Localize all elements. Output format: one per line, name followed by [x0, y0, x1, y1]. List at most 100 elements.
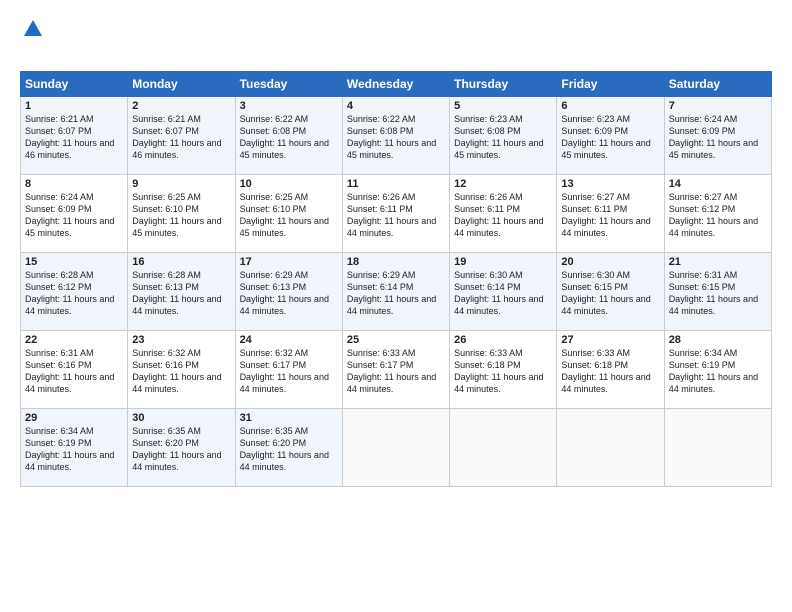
- calendar-cell: 23 Sunrise: 6:32 AMSunset: 6:16 PMDaylig…: [128, 331, 235, 409]
- day-number: 13: [561, 178, 659, 190]
- calendar-week-row: 15 Sunrise: 6:28 AMSunset: 6:12 PMDaylig…: [21, 253, 772, 331]
- day-number: 20: [561, 256, 659, 268]
- calendar-day-header: Wednesday: [342, 72, 449, 97]
- logo-text: [20, 18, 44, 40]
- day-info: Sunrise: 6:22 AMSunset: 6:08 PMDaylight:…: [347, 114, 436, 160]
- calendar-cell: 25 Sunrise: 6:33 AMSunset: 6:17 PMDaylig…: [342, 331, 449, 409]
- day-number: 21: [669, 256, 767, 268]
- day-number: 27: [561, 334, 659, 346]
- day-info: Sunrise: 6:32 AMSunset: 6:17 PMDaylight:…: [240, 348, 329, 394]
- calendar-cell: 26 Sunrise: 6:33 AMSunset: 6:18 PMDaylig…: [450, 331, 557, 409]
- day-info: Sunrise: 6:35 AMSunset: 6:20 PMDaylight:…: [132, 426, 221, 472]
- day-info: Sunrise: 6:33 AMSunset: 6:18 PMDaylight:…: [454, 348, 543, 394]
- day-number: 6: [561, 100, 659, 112]
- calendar-cell: 15 Sunrise: 6:28 AMSunset: 6:12 PMDaylig…: [21, 253, 128, 331]
- day-info: Sunrise: 6:33 AMSunset: 6:18 PMDaylight:…: [561, 348, 650, 394]
- day-number: 25: [347, 334, 445, 346]
- day-info: Sunrise: 6:23 AMSunset: 6:09 PMDaylight:…: [561, 114, 650, 160]
- header: [20, 18, 772, 61]
- calendar-cell: 18 Sunrise: 6:29 AMSunset: 6:14 PMDaylig…: [342, 253, 449, 331]
- calendar-cell: 9 Sunrise: 6:25 AMSunset: 6:10 PMDayligh…: [128, 175, 235, 253]
- day-info: Sunrise: 6:31 AMSunset: 6:15 PMDaylight:…: [669, 270, 758, 316]
- day-number: 3: [240, 100, 338, 112]
- calendar-day-header: Monday: [128, 72, 235, 97]
- day-info: Sunrise: 6:26 AMSunset: 6:11 PMDaylight:…: [454, 192, 543, 238]
- calendar-cell: 28 Sunrise: 6:34 AMSunset: 6:19 PMDaylig…: [664, 331, 771, 409]
- calendar-cell: 3 Sunrise: 6:22 AMSunset: 6:08 PMDayligh…: [235, 97, 342, 175]
- day-number: 18: [347, 256, 445, 268]
- calendar-cell: 20 Sunrise: 6:30 AMSunset: 6:15 PMDaylig…: [557, 253, 664, 331]
- day-number: 15: [25, 256, 123, 268]
- day-number: 23: [132, 334, 230, 346]
- day-number: 9: [132, 178, 230, 190]
- day-info: Sunrise: 6:30 AMSunset: 6:14 PMDaylight:…: [454, 270, 543, 316]
- day-info: Sunrise: 6:29 AMSunset: 6:13 PMDaylight:…: [240, 270, 329, 316]
- calendar-cell: 27 Sunrise: 6:33 AMSunset: 6:18 PMDaylig…: [557, 331, 664, 409]
- calendar-cell: [664, 409, 771, 487]
- day-info: Sunrise: 6:25 AMSunset: 6:10 PMDaylight:…: [240, 192, 329, 238]
- day-info: Sunrise: 6:23 AMSunset: 6:08 PMDaylight:…: [454, 114, 543, 160]
- calendar-cell: 12 Sunrise: 6:26 AMSunset: 6:11 PMDaylig…: [450, 175, 557, 253]
- day-number: 26: [454, 334, 552, 346]
- day-number: 28: [669, 334, 767, 346]
- day-number: 5: [454, 100, 552, 112]
- calendar-week-row: 29 Sunrise: 6:34 AMSunset: 6:19 PMDaylig…: [21, 409, 772, 487]
- calendar-week-row: 8 Sunrise: 6:24 AMSunset: 6:09 PMDayligh…: [21, 175, 772, 253]
- day-info: Sunrise: 6:27 AMSunset: 6:11 PMDaylight:…: [561, 192, 650, 238]
- calendar-cell: 6 Sunrise: 6:23 AMSunset: 6:09 PMDayligh…: [557, 97, 664, 175]
- calendar-cell: 2 Sunrise: 6:21 AMSunset: 6:07 PMDayligh…: [128, 97, 235, 175]
- day-number: 16: [132, 256, 230, 268]
- calendar-cell: 31 Sunrise: 6:35 AMSunset: 6:20 PMDaylig…: [235, 409, 342, 487]
- calendar-cell: 19 Sunrise: 6:30 AMSunset: 6:14 PMDaylig…: [450, 253, 557, 331]
- calendar-week-row: 1 Sunrise: 6:21 AMSunset: 6:07 PMDayligh…: [21, 97, 772, 175]
- page: SundayMondayTuesdayWednesdayThursdayFrid…: [0, 0, 792, 612]
- calendar-cell: 8 Sunrise: 6:24 AMSunset: 6:09 PMDayligh…: [21, 175, 128, 253]
- calendar-cell: [342, 409, 449, 487]
- day-info: Sunrise: 6:32 AMSunset: 6:16 PMDaylight:…: [132, 348, 221, 394]
- calendar-day-header: Tuesday: [235, 72, 342, 97]
- calendar-cell: 22 Sunrise: 6:31 AMSunset: 6:16 PMDaylig…: [21, 331, 128, 409]
- day-info: Sunrise: 6:24 AMSunset: 6:09 PMDaylight:…: [25, 192, 114, 238]
- calendar-cell: [557, 409, 664, 487]
- day-info: Sunrise: 6:21 AMSunset: 6:07 PMDaylight:…: [132, 114, 221, 160]
- day-number: 7: [669, 100, 767, 112]
- day-number: 19: [454, 256, 552, 268]
- day-info: Sunrise: 6:26 AMSunset: 6:11 PMDaylight:…: [347, 192, 436, 238]
- day-info: Sunrise: 6:33 AMSunset: 6:17 PMDaylight:…: [347, 348, 436, 394]
- logo: [20, 18, 44, 61]
- calendar-cell: 4 Sunrise: 6:22 AMSunset: 6:08 PMDayligh…: [342, 97, 449, 175]
- day-number: 1: [25, 100, 123, 112]
- day-info: Sunrise: 6:22 AMSunset: 6:08 PMDaylight:…: [240, 114, 329, 160]
- calendar-cell: 1 Sunrise: 6:21 AMSunset: 6:07 PMDayligh…: [21, 97, 128, 175]
- calendar: SundayMondayTuesdayWednesdayThursdayFrid…: [20, 71, 772, 487]
- calendar-cell: 5 Sunrise: 6:23 AMSunset: 6:08 PMDayligh…: [450, 97, 557, 175]
- calendar-cell: 17 Sunrise: 6:29 AMSunset: 6:13 PMDaylig…: [235, 253, 342, 331]
- calendar-cell: 30 Sunrise: 6:35 AMSunset: 6:20 PMDaylig…: [128, 409, 235, 487]
- day-info: Sunrise: 6:24 AMSunset: 6:09 PMDaylight:…: [669, 114, 758, 160]
- calendar-week-row: 22 Sunrise: 6:31 AMSunset: 6:16 PMDaylig…: [21, 331, 772, 409]
- calendar-cell: 11 Sunrise: 6:26 AMSunset: 6:11 PMDaylig…: [342, 175, 449, 253]
- calendar-cell: 7 Sunrise: 6:24 AMSunset: 6:09 PMDayligh…: [664, 97, 771, 175]
- day-number: 8: [25, 178, 123, 190]
- day-number: 14: [669, 178, 767, 190]
- calendar-day-header: Friday: [557, 72, 664, 97]
- calendar-cell: 16 Sunrise: 6:28 AMSunset: 6:13 PMDaylig…: [128, 253, 235, 331]
- calendar-cell: 14 Sunrise: 6:27 AMSunset: 6:12 PMDaylig…: [664, 175, 771, 253]
- day-number: 31: [240, 412, 338, 424]
- calendar-cell: 10 Sunrise: 6:25 AMSunset: 6:10 PMDaylig…: [235, 175, 342, 253]
- day-number: 4: [347, 100, 445, 112]
- day-info: Sunrise: 6:27 AMSunset: 6:12 PMDaylight:…: [669, 192, 758, 238]
- day-info: Sunrise: 6:31 AMSunset: 6:16 PMDaylight:…: [25, 348, 114, 394]
- logo-icon: [22, 18, 44, 40]
- calendar-header-row: SundayMondayTuesdayWednesdayThursdayFrid…: [21, 72, 772, 97]
- calendar-cell: 29 Sunrise: 6:34 AMSunset: 6:19 PMDaylig…: [21, 409, 128, 487]
- day-number: 24: [240, 334, 338, 346]
- day-info: Sunrise: 6:21 AMSunset: 6:07 PMDaylight:…: [25, 114, 114, 160]
- day-number: 29: [25, 412, 123, 424]
- day-info: Sunrise: 6:34 AMSunset: 6:19 PMDaylight:…: [669, 348, 758, 394]
- day-info: Sunrise: 6:25 AMSunset: 6:10 PMDaylight:…: [132, 192, 221, 238]
- calendar-cell: 24 Sunrise: 6:32 AMSunset: 6:17 PMDaylig…: [235, 331, 342, 409]
- day-info: Sunrise: 6:30 AMSunset: 6:15 PMDaylight:…: [561, 270, 650, 316]
- day-info: Sunrise: 6:34 AMSunset: 6:19 PMDaylight:…: [25, 426, 114, 472]
- day-number: 12: [454, 178, 552, 190]
